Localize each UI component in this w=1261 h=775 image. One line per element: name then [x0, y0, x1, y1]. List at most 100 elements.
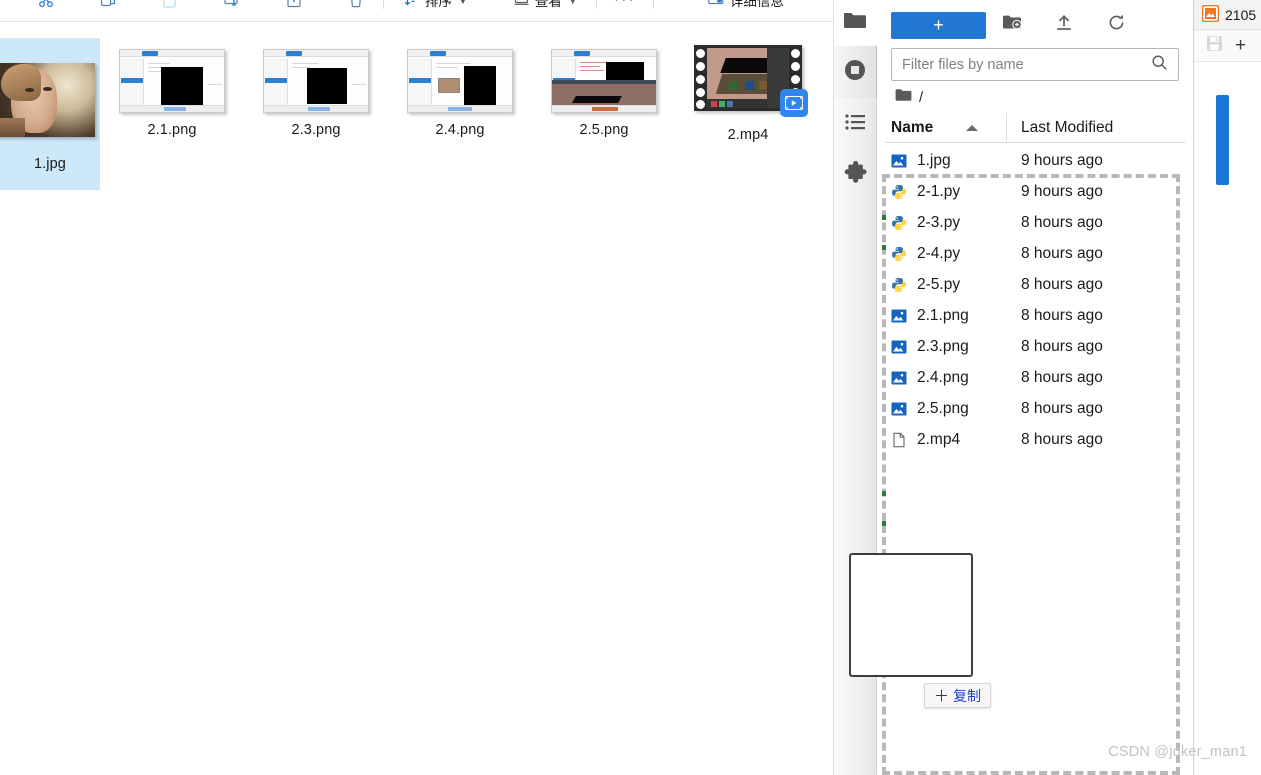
python-file-icon	[891, 246, 917, 262]
image-app-icon	[1201, 4, 1220, 25]
refresh-button[interactable]	[1090, 12, 1142, 39]
thumbnail-item-2mp4[interactable]: 2.mp4	[676, 38, 820, 143]
generic-file-icon	[891, 432, 917, 448]
upload-button[interactable]	[1038, 12, 1090, 39]
image-file-icon	[891, 370, 917, 386]
screenshot-thumbnail	[549, 38, 659, 113]
background-window[interactable]: 2105 +	[1193, 0, 1261, 775]
view-label: 查看	[534, 0, 562, 9]
python-file-icon	[891, 184, 917, 200]
jupyter-toolbar: +	[877, 0, 1193, 42]
search-icon	[1151, 54, 1168, 76]
screenshot-thumbnail	[405, 38, 515, 113]
watermark: CSDN @joker_man1	[1108, 744, 1247, 760]
file-list-item[interactable]: 2-1.py 9 hours ago	[877, 176, 1193, 207]
file-modified: 8 hours ago	[1021, 275, 1103, 293]
python-file-icon	[891, 215, 917, 231]
refresh-icon	[1107, 13, 1126, 37]
thumbnail-grid: 1.jpg 2.1.png 2.3.png 2.4.png 2.5.png 2.…	[0, 23, 833, 775]
cut-icon[interactable]	[28, 0, 64, 16]
file-list-item[interactable]: 2.1.png 8 hours ago	[877, 300, 1193, 331]
thumbnail-item-1jpg[interactable]: 1.jpg	[0, 38, 100, 190]
file-name: 2-3.py	[917, 213, 961, 231]
column-header-name-label: Name	[891, 119, 934, 136]
delete-icon[interactable]	[338, 0, 374, 16]
details-label: 详细信息	[729, 0, 784, 9]
chevron-down-icon: ▼	[568, 0, 577, 6]
file-name: 2.5.png	[917, 399, 969, 417]
file-list: 1.jpg 9 hours ago 2-1.py 9 hours ago 2-3…	[877, 145, 1193, 455]
copy-icon[interactable]	[90, 0, 126, 16]
toolbar-divider	[595, 0, 597, 9]
file-modified: 8 hours ago	[1021, 337, 1103, 355]
file-list-item[interactable]: 2.3.png 8 hours ago	[877, 331, 1193, 362]
sidebar-item-commands[interactable]	[834, 98, 877, 150]
file-list-item[interactable]: 2-4.py 8 hours ago	[877, 238, 1193, 269]
background-window-titlebar: 2105	[1194, 0, 1261, 30]
thumbnail-item-24png[interactable]: 2.4.png	[388, 38, 532, 138]
add-button[interactable]: +	[1235, 35, 1246, 57]
toolbar-divider	[652, 0, 654, 9]
folder-icon	[843, 11, 867, 36]
file-list-item[interactable]: 1.jpg 9 hours ago	[877, 145, 1193, 176]
file-name: 2.1.png	[917, 306, 969, 324]
sidebar-item-file-browser[interactable]	[834, 0, 877, 46]
file-modified: 9 hours ago	[1021, 151, 1103, 169]
explorer-toolbar: 排序 ▼ 查看 ▼ ··· 详细信息	[0, 0, 833, 22]
paste-icon[interactable]	[152, 0, 188, 16]
image-file-icon	[891, 153, 917, 169]
thumbnail-item-25png[interactable]: 2.5.png	[532, 38, 676, 138]
background-window-toolbar: +	[1194, 30, 1261, 62]
view-button[interactable]: 查看 ▼	[503, 0, 587, 16]
file-explorer-window: 排序 ▼ 查看 ▼ ··· 详细信息	[0, 0, 833, 775]
column-header-last-modified-label: Last Modified	[1021, 119, 1114, 136]
file-modified: 8 hours ago	[1021, 368, 1103, 386]
upload-icon	[1055, 14, 1073, 37]
screenshot-thumbnail	[117, 38, 227, 113]
commands-list-icon	[844, 112, 868, 137]
thumbnail-label: 1.jpg	[34, 156, 66, 172]
screen-root: 排序 ▼ 查看 ▼ ··· 详细信息	[0, 0, 1261, 775]
share-icon[interactable]	[276, 0, 312, 16]
puzzle-piece-icon	[843, 160, 869, 192]
breadcrumb-root[interactable]: /	[919, 89, 923, 106]
column-header-name[interactable]: Name	[885, 119, 1006, 142]
file-list-item[interactable]: 2.4.png 8 hours ago	[877, 362, 1193, 393]
file-list-item[interactable]: 2.mp4 8 hours ago	[877, 424, 1193, 455]
new-folder-icon	[1002, 14, 1022, 36]
file-name: 2-5.py	[917, 275, 961, 293]
thumbnail-label: 2.1.png	[147, 122, 197, 138]
file-name: 2.mp4	[917, 430, 961, 448]
filter-files-input[interactable]	[902, 56, 1151, 73]
file-list-item[interactable]: 2.5.png 8 hours ago	[877, 393, 1193, 424]
details-pane-button[interactable]: 详细信息	[697, 0, 794, 16]
file-modified: 8 hours ago	[1021, 306, 1103, 324]
chevron-down-icon: ▼	[459, 0, 467, 6]
file-list-item[interactable]: 2-3.py 8 hours ago	[877, 207, 1193, 238]
rename-icon[interactable]	[214, 0, 250, 16]
file-modified: 8 hours ago	[1021, 399, 1103, 417]
sidebar-item-extension-manager[interactable]	[834, 150, 877, 202]
thumbnail-item-23png[interactable]: 2.3.png	[244, 38, 388, 138]
file-list-item[interactable]: 2-5.py 8 hours ago	[877, 269, 1193, 300]
new-folder-button[interactable]	[986, 12, 1038, 39]
selection-bar	[1216, 95, 1229, 185]
file-list-header: Name Last Modified	[885, 113, 1185, 143]
thumbnail-label: 2.5.png	[579, 122, 629, 138]
sort-icon	[403, 0, 420, 8]
filter-files-field[interactable]	[891, 48, 1179, 81]
screenshot-thumbnail	[261, 38, 371, 113]
overflow-menu-button[interactable]: ···	[606, 0, 644, 16]
sort-button[interactable]: 排序 ▼	[393, 0, 477, 16]
toolbar-divider	[383, 0, 384, 9]
overflow-icon: ···	[614, 0, 636, 9]
sort-label: 排序	[425, 0, 452, 9]
save-icon[interactable]	[1206, 35, 1223, 57]
breadcrumb[interactable]: /	[877, 81, 1193, 109]
new-launcher-button[interactable]: +	[891, 11, 986, 39]
video-file-badge-icon	[780, 89, 808, 117]
sidebar-item-running-terminals[interactable]	[834, 46, 877, 98]
thumbnail-item-21png[interactable]: 2.1.png	[100, 38, 244, 138]
column-header-last-modified[interactable]: Last Modified	[1007, 119, 1185, 142]
file-modified: 8 hours ago	[1021, 213, 1103, 231]
